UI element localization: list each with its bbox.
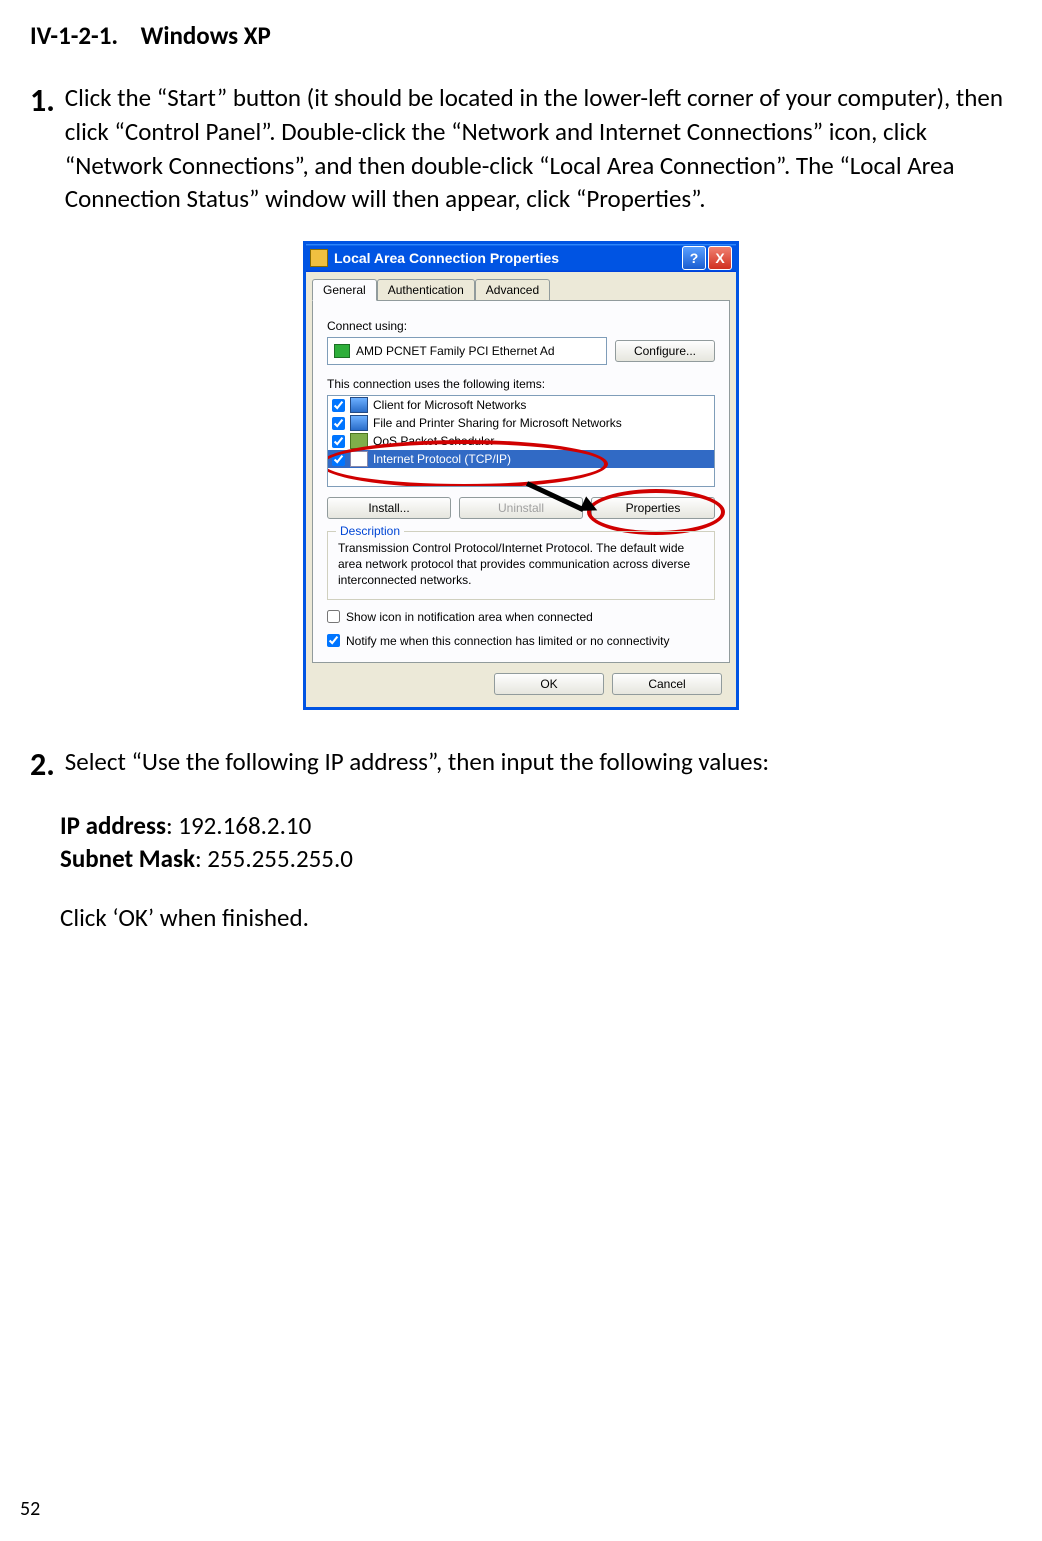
page-number: 52 (20, 1497, 40, 1521)
qos-icon (350, 433, 368, 449)
section-title: Windows XP (141, 20, 271, 51)
list-item[interactable]: QoS Packet Scheduler (328, 432, 714, 450)
mask-value: : 255.255.255.0 (195, 843, 353, 874)
properties-button[interactable]: Properties (591, 497, 715, 519)
item-checkbox[interactable] (332, 399, 345, 412)
ip-label: IP address (60, 810, 166, 841)
item-label: Internet Protocol (TCP/IP) (373, 452, 511, 466)
tab-panel-general: Connect using: AMD PCNET Family PCI Ethe… (312, 300, 730, 663)
tab-general[interactable]: General (312, 279, 377, 301)
step-2-intro: Select “Use the following IP address”, t… (65, 745, 1012, 784)
help-button[interactable]: ? (682, 246, 706, 270)
tab-authentication[interactable]: Authentication (377, 279, 475, 301)
mask-label: Subnet Mask (60, 843, 195, 874)
ok-button[interactable]: OK (494, 673, 604, 695)
help-icon: ? (690, 250, 699, 266)
client-icon (350, 397, 368, 413)
item-checkbox[interactable] (332, 435, 345, 448)
adapter-name: AMD PCNET Family PCI Ethernet Ad (356, 344, 555, 358)
install-button[interactable]: Install... (327, 497, 451, 519)
configure-button[interactable]: Configure... (615, 340, 715, 362)
show-icon-label: Show icon in notification area when conn… (346, 610, 593, 624)
notify-label: Notify me when this connection has limit… (346, 634, 670, 648)
item-label: File and Printer Sharing for Microsoft N… (373, 416, 622, 430)
ip-value: : 192.168.2.10 (166, 810, 311, 841)
tcpip-icon (350, 451, 368, 467)
titlebar[interactable]: Local Area Connection Properties ? X (306, 244, 736, 272)
connection-icon (310, 249, 328, 267)
step-1: 1. Click the “Start” button (it should b… (30, 81, 1012, 216)
connect-using-label: Connect using: (327, 319, 715, 333)
notify-row[interactable]: Notify me when this connection has limit… (327, 634, 715, 648)
items-listbox[interactable]: Client for Microsoft Networks File and P… (327, 395, 715, 487)
description-group: Description Transmission Control Protoco… (327, 531, 715, 600)
list-item-selected[interactable]: Internet Protocol (TCP/IP) (328, 450, 714, 468)
step-2: 2. Select “Use the following IP address”… (30, 745, 1012, 935)
show-icon-row[interactable]: Show icon in notification area when conn… (327, 610, 715, 624)
nic-icon (334, 344, 350, 358)
items-label: This connection uses the following items… (327, 377, 715, 391)
section-heading: IV-1-2-1. Windows XP (30, 20, 1012, 51)
show-icon-checkbox[interactable] (327, 610, 340, 623)
item-label: Client for Microsoft Networks (373, 398, 526, 412)
item-label: QoS Packet Scheduler (373, 434, 494, 448)
dialog-button-row: OK Cancel (306, 663, 736, 707)
step-2-values: IP address: 192.168.2.10 Subnet Mask: 25… (60, 809, 1012, 935)
step-2-number: 2. (30, 745, 55, 784)
step-2-finish: Click ‘OK’ when finished. (60, 901, 1012, 935)
fileprint-icon (350, 415, 368, 431)
list-item[interactable]: File and Printer Sharing for Microsoft N… (328, 414, 714, 432)
notify-checkbox[interactable] (327, 634, 340, 647)
description-title: Description (336, 524, 404, 538)
step-1-text: Click the “Start” button (it should be l… (65, 81, 1012, 216)
item-checkbox[interactable] (332, 417, 345, 430)
xp-dialog: Local Area Connection Properties ? X Gen… (303, 241, 739, 710)
step-1-number: 1. (30, 81, 55, 216)
dialog-title: Local Area Connection Properties (334, 250, 680, 266)
adapter-field[interactable]: AMD PCNET Family PCI Ethernet Ad (327, 337, 607, 365)
description-text: Transmission Control Protocol/Internet P… (338, 540, 704, 589)
tab-strip: General Authentication Advanced Connect … (306, 272, 736, 663)
close-button[interactable]: X (708, 246, 732, 270)
close-icon: X (715, 250, 724, 266)
item-checkbox[interactable] (332, 453, 345, 466)
list-item[interactable]: Client for Microsoft Networks (328, 396, 714, 414)
tab-advanced[interactable]: Advanced (475, 279, 550, 301)
section-number: IV-1-2-1. (30, 20, 118, 51)
cancel-button[interactable]: Cancel (612, 673, 722, 695)
